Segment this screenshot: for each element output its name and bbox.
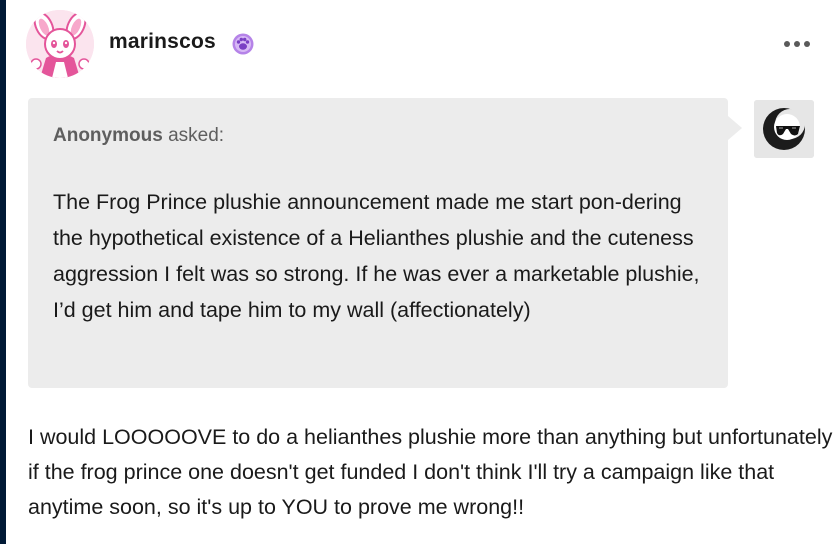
blog-avatar[interactable]	[26, 10, 94, 78]
dot	[804, 41, 810, 47]
answer-text: I would LOOOOOVE to do a helianthes plus…	[28, 425, 833, 519]
ask-bubble: Anonymous asked: The Frog Prince plushie…	[28, 98, 728, 388]
post-card: marinscos Anonymous asked: The Frog Prin…	[6, 0, 838, 544]
dot	[794, 41, 800, 47]
asker-line: Anonymous asked:	[53, 125, 224, 147]
asker-name: Anonymous	[53, 125, 163, 146]
pink-paw-badge-icon[interactable]	[232, 33, 254, 55]
asked-label: asked:	[168, 125, 225, 146]
sunglasses-moon-avatar-icon	[754, 100, 814, 158]
blog-name[interactable]: marinscos	[109, 30, 216, 54]
more-options-icon[interactable]	[780, 30, 814, 58]
asker-avatar[interactable]	[754, 100, 814, 158]
bunny-character-icon	[26, 10, 94, 78]
ask-bubble-tail	[728, 116, 742, 140]
question-text: The Frog Prince plushie announcement mad…	[53, 190, 700, 322]
dot	[784, 41, 790, 47]
